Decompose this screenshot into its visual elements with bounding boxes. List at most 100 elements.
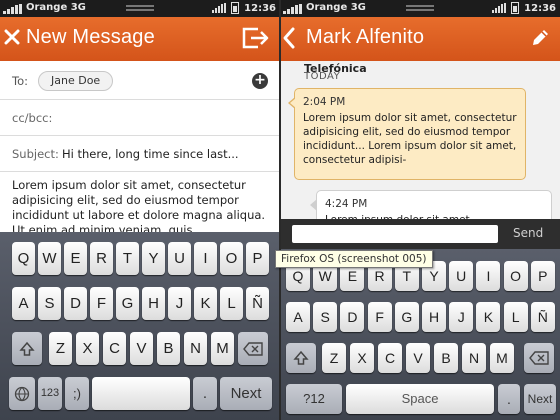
key-z[interactable]: Z: [322, 343, 346, 373]
cc-bcc-field[interactable]: cc/bcc:: [0, 100, 280, 136]
key-z[interactable]: Z: [49, 332, 72, 365]
key-i[interactable]: I: [476, 261, 501, 291]
backspace-key[interactable]: [524, 343, 554, 373]
numbers-key[interactable]: 123: [38, 377, 62, 410]
conversation-screen: Orange 3G 12:36 Mark Alfenito Telefónica…: [280, 0, 560, 420]
screen-divider: [279, 0, 281, 420]
message-body[interactable]: Lorem ipsum dolor sit amet, consectetur …: [12, 178, 272, 238]
status-bar: Orange 3G 12:36: [280, 0, 560, 17]
key-y[interactable]: Y: [142, 242, 165, 275]
key-l[interactable]: L: [503, 302, 528, 332]
key-t[interactable]: T: [116, 242, 139, 275]
message-input[interactable]: [292, 225, 498, 243]
space-key[interactable]: Space: [346, 384, 494, 414]
key-i[interactable]: I: [194, 242, 217, 275]
backspace-icon: [529, 351, 549, 365]
key-s[interactable]: S: [313, 302, 338, 332]
conversation-header: Mark Alfenito: [280, 17, 560, 61]
key-f[interactable]: F: [90, 287, 113, 320]
period-key[interactable]: .: [193, 377, 217, 410]
send-icon[interactable]: [241, 25, 271, 51]
key-l[interactable]: L: [220, 287, 243, 320]
key-h[interactable]: H: [142, 287, 165, 320]
compose-header: New Message: [0, 17, 280, 61]
backspace-key[interactable]: [238, 332, 268, 365]
close-icon[interactable]: [4, 26, 22, 48]
next-key[interactable]: Next: [220, 377, 272, 410]
backspace-icon: [243, 342, 263, 356]
key-g[interactable]: G: [394, 302, 419, 332]
key-p[interactable]: P: [246, 242, 269, 275]
key-a[interactable]: A: [286, 302, 310, 332]
key-v[interactable]: V: [406, 343, 430, 373]
key-c[interactable]: C: [378, 343, 402, 373]
message-bubble-incoming[interactable]: 2:04 PM Lorem ipsum dolor sit amet, cons…: [288, 88, 526, 180]
key-s[interactable]: S: [38, 287, 61, 320]
key-g[interactable]: G: [116, 287, 139, 320]
period-key[interactable]: .: [498, 384, 520, 414]
shift-key[interactable]: [12, 332, 42, 365]
key-q[interactable]: Q: [12, 242, 35, 275]
key-f[interactable]: F: [367, 302, 392, 332]
key-ñ[interactable]: Ñ: [530, 302, 555, 332]
key-v[interactable]: V: [130, 332, 153, 365]
key-n[interactable]: N: [462, 343, 486, 373]
key-u[interactable]: U: [449, 261, 474, 291]
notification-grip[interactable]: [406, 5, 434, 11]
subject-label: Subject:: [12, 147, 59, 161]
key-b[interactable]: B: [434, 343, 458, 373]
signal-icon: [283, 4, 302, 14]
subject-field[interactable]: Subject: Hi there, long time since last.…: [0, 136, 280, 172]
tooltip: Firefox OS (screenshot 005): [275, 250, 433, 268]
contact-name: Mark Alfenito: [306, 26, 425, 48]
next-key[interactable]: Next: [524, 384, 556, 414]
key-o[interactable]: O: [503, 261, 528, 291]
to-field[interactable]: To: Jane Doe +: [0, 61, 280, 100]
key-ñ[interactable]: Ñ: [246, 287, 269, 320]
date-separator: TODAY: [304, 71, 341, 82]
numbers-key[interactable]: ?12: [286, 384, 342, 414]
emoticon-key[interactable]: ;): [65, 377, 89, 410]
key-u[interactable]: U: [168, 242, 191, 275]
add-contact-icon[interactable]: +: [252, 73, 268, 89]
subject-value: Hi there, long time since last...: [62, 147, 239, 161]
key-c[interactable]: C: [103, 332, 126, 365]
key-r[interactable]: R: [90, 242, 113, 275]
clock: 12:36: [244, 2, 276, 14]
recipient-chip[interactable]: Jane Doe: [38, 71, 114, 91]
key-a[interactable]: A: [12, 287, 35, 320]
message-time: 2:04 PM: [303, 96, 346, 108]
key-o[interactable]: O: [220, 242, 243, 275]
signal-icon: [3, 4, 22, 14]
pencil-icon[interactable]: [530, 28, 550, 48]
space-key[interactable]: [92, 377, 190, 410]
key-d[interactable]: D: [340, 302, 365, 332]
key-j[interactable]: J: [168, 287, 191, 320]
key-w[interactable]: W: [38, 242, 61, 275]
key-x[interactable]: X: [350, 343, 374, 373]
back-chevron-icon[interactable]: [282, 26, 296, 50]
shift-icon: [19, 341, 35, 356]
key-k[interactable]: K: [476, 302, 501, 332]
key-e[interactable]: E: [64, 242, 87, 275]
key-j[interactable]: J: [449, 302, 474, 332]
send-button[interactable]: Send: [513, 226, 543, 240]
key-d[interactable]: D: [64, 287, 87, 320]
key-b[interactable]: B: [157, 332, 180, 365]
carrier-label: Orange 3G: [306, 2, 366, 13]
key-p[interactable]: P: [530, 261, 555, 291]
message-text: Lorem ipsum dolor sit amet, consectetur …: [303, 112, 517, 166]
key-k[interactable]: K: [194, 287, 217, 320]
shift-key[interactable]: [286, 343, 316, 373]
notification-grip[interactable]: [126, 5, 154, 11]
compose-bar: Send: [280, 219, 560, 249]
key-x[interactable]: X: [76, 332, 99, 365]
clock: 12:36: [524, 2, 556, 14]
key-h[interactable]: H: [422, 302, 446, 332]
wifi-signal-icon: [212, 3, 227, 13]
shift-icon: [293, 350, 309, 365]
key-m[interactable]: M: [211, 332, 234, 365]
language-key[interactable]: [9, 377, 35, 410]
key-m[interactable]: M: [490, 343, 514, 373]
key-n[interactable]: N: [184, 332, 207, 365]
